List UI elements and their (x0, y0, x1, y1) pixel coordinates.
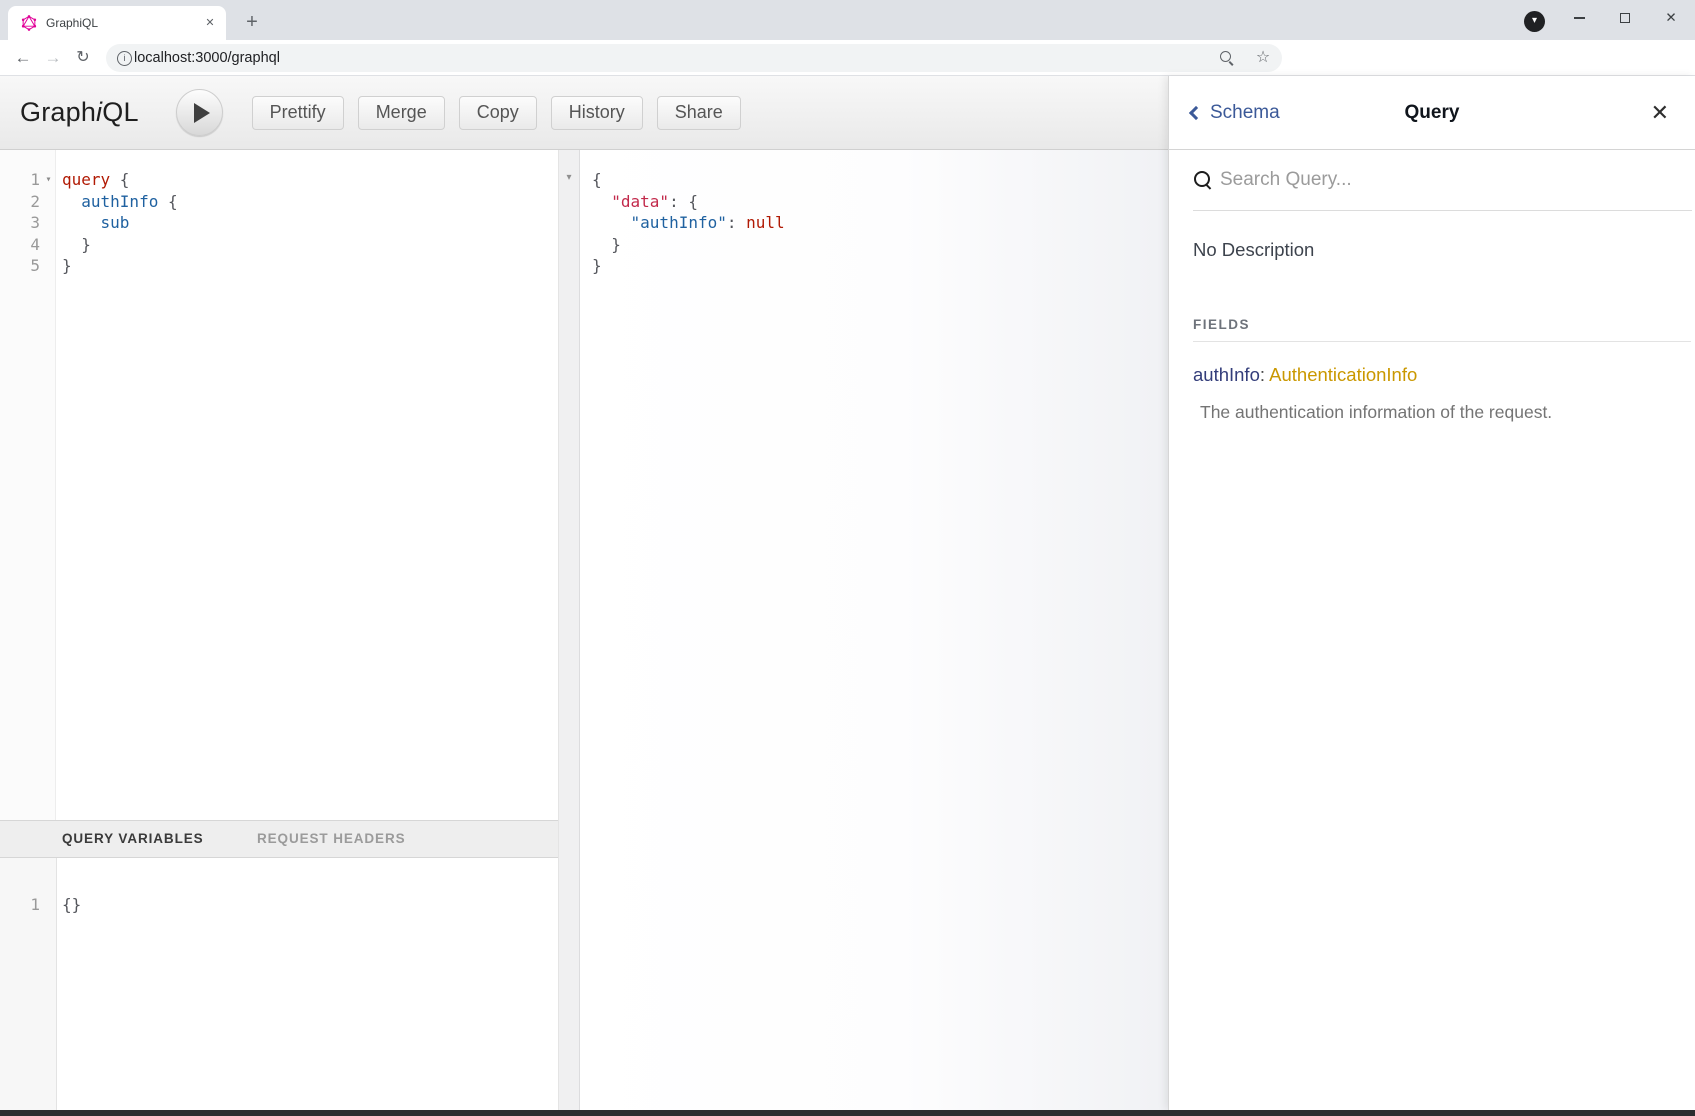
doc-field-row: authInfo: AuthenticationInfo (1193, 364, 1671, 386)
result-viewer-code: { "data": { "authInfo": null }} (580, 150, 1168, 277)
doc-explorer-body: No Description FIELDS authInfo: Authenti… (1169, 239, 1695, 423)
code-text: "data": { (587, 191, 698, 213)
code-line: "data": { (587, 191, 1168, 213)
minimize-icon (1574, 17, 1585, 18)
browser-toolbar: ← → ↻ i ☆ P Tp L Aktualisieren (0, 40, 1695, 76)
tab-search-button[interactable]: ▾ (1524, 11, 1545, 32)
fold-caret-icon[interactable]: ▾ (40, 169, 57, 191)
fold-gutter-spacer (40, 212, 57, 234)
window-close-button[interactable]: ✕ (1648, 1, 1694, 35)
line-number: 1 (0, 169, 40, 191)
doc-field-name-link[interactable]: authInfo (1193, 364, 1260, 385)
query-editor[interactable]: 1▾query {2 authInfo {3 sub4 }5} (0, 150, 558, 820)
code-line: 3 sub (0, 212, 558, 234)
window-bottom-edge (0, 1110, 1695, 1116)
back-button[interactable]: ← (10, 45, 36, 71)
doc-field-separator: : (1260, 364, 1269, 385)
window-minimize-button[interactable] (1556, 1, 1602, 35)
maximize-icon (1620, 13, 1630, 23)
code-text: } (587, 255, 602, 277)
code-text: } (57, 255, 72, 277)
code-line: "authInfo": null (587, 212, 1168, 234)
browser-tab-strip: GraphiQL ✕ + ▾ ✕ (0, 0, 1695, 40)
code-text: authInfo { (57, 191, 178, 213)
toolbar-button-prettify[interactable]: Prettify (252, 96, 344, 130)
doc-explorer-titlebar: Schema Query ✕ (1169, 76, 1695, 150)
doc-no-description: No Description (1193, 239, 1671, 261)
url-input[interactable] (134, 44, 1034, 72)
browser-tab[interactable]: GraphiQL ✕ (8, 6, 226, 40)
doc-close-icon[interactable]: ✕ (1651, 76, 1669, 150)
line-number: 1 (0, 894, 40, 916)
result-fold-caret-icon[interactable]: ▾ (559, 172, 579, 183)
search-icon (1193, 170, 1213, 190)
doc-divider (1193, 341, 1691, 342)
toolbar-button-merge[interactable]: Merge (358, 96, 445, 130)
fold-gutter-spacer (40, 191, 57, 213)
tab-request-headers[interactable]: REQUEST HEADERS (257, 821, 406, 857)
tab-title: GraphiQL (46, 16, 98, 30)
execute-query-button[interactable] (176, 89, 223, 136)
query-editor-code[interactable]: 1▾query {2 authInfo {3 sub4 }5} (0, 150, 558, 277)
doc-field-description: The authentication information of the re… (1200, 402, 1671, 423)
doc-search-input[interactable] (1220, 169, 1640, 191)
code-text: query { (57, 169, 129, 191)
code-text: } (587, 234, 621, 256)
fold-gutter-spacer (40, 255, 57, 277)
result-fold-gutter: ▾ (558, 150, 580, 1110)
line-number: 2 (0, 191, 40, 213)
doc-explorer-panel: Schema Query ✕ No Description FIELDS aut… (1168, 76, 1695, 1110)
code-text: } (57, 234, 91, 256)
doc-search-row (1193, 150, 1692, 211)
bookmark-star-icon[interactable]: ☆ (1250, 44, 1276, 72)
address-bar[interactable]: i ☆ (106, 44, 1282, 72)
code-line: 4 } (0, 234, 558, 256)
doc-field-type-link[interactable]: AuthenticationInfo (1269, 364, 1417, 385)
forward-button: → (40, 45, 66, 71)
code-line: 1 {} (0, 894, 558, 916)
result-viewer: { "data": { "authInfo": null }} (580, 150, 1168, 1110)
variables-editor-code[interactable]: 1 {} (0, 858, 558, 916)
page-info-icon[interactable]: i (117, 51, 132, 66)
graphiql-logo: GraphiQL (20, 97, 139, 128)
code-line: } (587, 255, 1168, 277)
window-controls: ✕ (1556, 1, 1694, 35)
code-text: {} (57, 894, 81, 916)
window-maximize-button[interactable] (1602, 1, 1648, 35)
fold-gutter-spacer (40, 894, 57, 916)
fold-gutter-spacer (40, 234, 57, 256)
reload-button[interactable]: ↻ (70, 45, 96, 71)
line-number: 3 (0, 212, 40, 234)
code-text: sub (57, 212, 129, 234)
code-line: } (587, 234, 1168, 256)
line-number: 5 (0, 255, 40, 277)
new-tab-button[interactable]: + (238, 9, 266, 37)
doc-fields-header: FIELDS (1193, 317, 1671, 332)
code-line: 5} (0, 255, 558, 277)
tab-query-variables[interactable]: QUERY VARIABLES (62, 821, 204, 857)
toolbar-button-copy[interactable]: Copy (459, 96, 537, 130)
toolbar-button-history[interactable]: History (551, 96, 643, 130)
secondary-editor-tabbar: QUERY VARIABLES REQUEST HEADERS (0, 820, 558, 858)
toolbar-buttons: Prettify Merge Copy History Share (252, 96, 741, 130)
toolbar-button-share[interactable]: Share (657, 96, 741, 130)
line-number: 4 (0, 234, 40, 256)
code-line: 2 authInfo { (0, 191, 558, 213)
doc-title: Query (1169, 76, 1695, 150)
variables-editor[interactable]: 1 {} (0, 858, 558, 1110)
tab-close-icon[interactable]: ✕ (202, 15, 218, 31)
graphql-favicon-icon (21, 15, 37, 31)
code-text: "authInfo": null (587, 212, 785, 234)
code-text: { (587, 169, 602, 191)
code-line: { (587, 169, 1168, 191)
code-line: 1▾query { (0, 169, 558, 191)
play-icon (194, 103, 210, 123)
page-zoom-icon[interactable] (1219, 50, 1235, 66)
